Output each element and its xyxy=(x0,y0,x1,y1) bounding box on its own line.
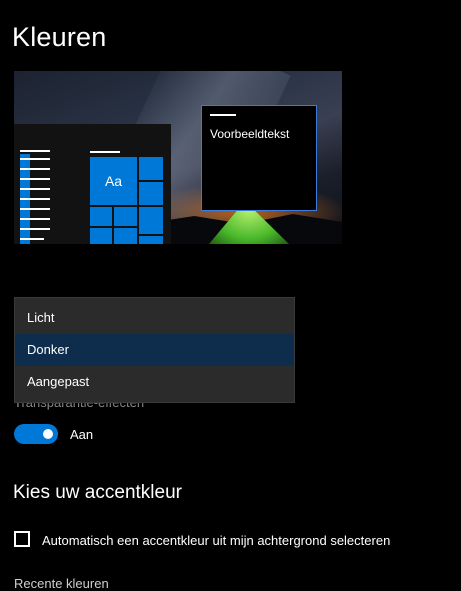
start-list-line xyxy=(20,188,50,190)
mode-dropdown-list[interactable]: Licht Donker Aangepast xyxy=(14,297,295,403)
auto-accent-label[interactable]: Automatisch een accentkleur uit mijn ach… xyxy=(42,533,390,548)
tiles-header-line xyxy=(90,151,120,153)
toggle-knob xyxy=(43,429,53,439)
dropdown-option-dark[interactable]: Donker xyxy=(15,334,294,366)
start-list-line xyxy=(20,238,44,240)
start-list-line xyxy=(20,168,50,170)
transparency-toggle[interactable] xyxy=(14,424,58,444)
recent-colors-label: Recente kleuren xyxy=(14,576,109,591)
tile xyxy=(90,207,112,226)
accent-heading: Kies uw accentkleur xyxy=(13,482,182,503)
tile-aa: Aa xyxy=(90,157,137,205)
start-list-line xyxy=(20,218,50,220)
start-list-line xyxy=(20,158,50,160)
start-list-line xyxy=(20,208,50,210)
dropdown-option-custom[interactable]: Aangepast xyxy=(15,366,294,398)
sample-text: Voorbeeldtekst xyxy=(210,127,290,141)
tile xyxy=(90,228,112,244)
window-title-bar xyxy=(210,114,236,116)
start-list-line xyxy=(20,178,50,180)
start-list-line xyxy=(20,150,50,152)
preview-window: Voorbeeldtekst xyxy=(201,105,317,211)
tile-aa-label: Aa xyxy=(104,173,123,189)
theme-preview: Aa Voorbeeldtekst xyxy=(14,71,342,244)
tile xyxy=(139,157,163,180)
auto-accent-checkbox[interactable] xyxy=(14,531,30,547)
page-title: Kleuren xyxy=(12,22,107,52)
tile xyxy=(139,236,163,244)
tile xyxy=(114,228,137,244)
dropdown-option-light[interactable]: Licht xyxy=(15,302,294,334)
start-list-line xyxy=(20,228,50,230)
tile xyxy=(114,207,137,226)
start-list-line xyxy=(20,198,50,200)
tile xyxy=(139,207,163,234)
tile xyxy=(139,182,163,205)
preview-start-menu: Aa xyxy=(14,124,171,244)
transparency-toggle-state: Aan xyxy=(70,427,94,442)
